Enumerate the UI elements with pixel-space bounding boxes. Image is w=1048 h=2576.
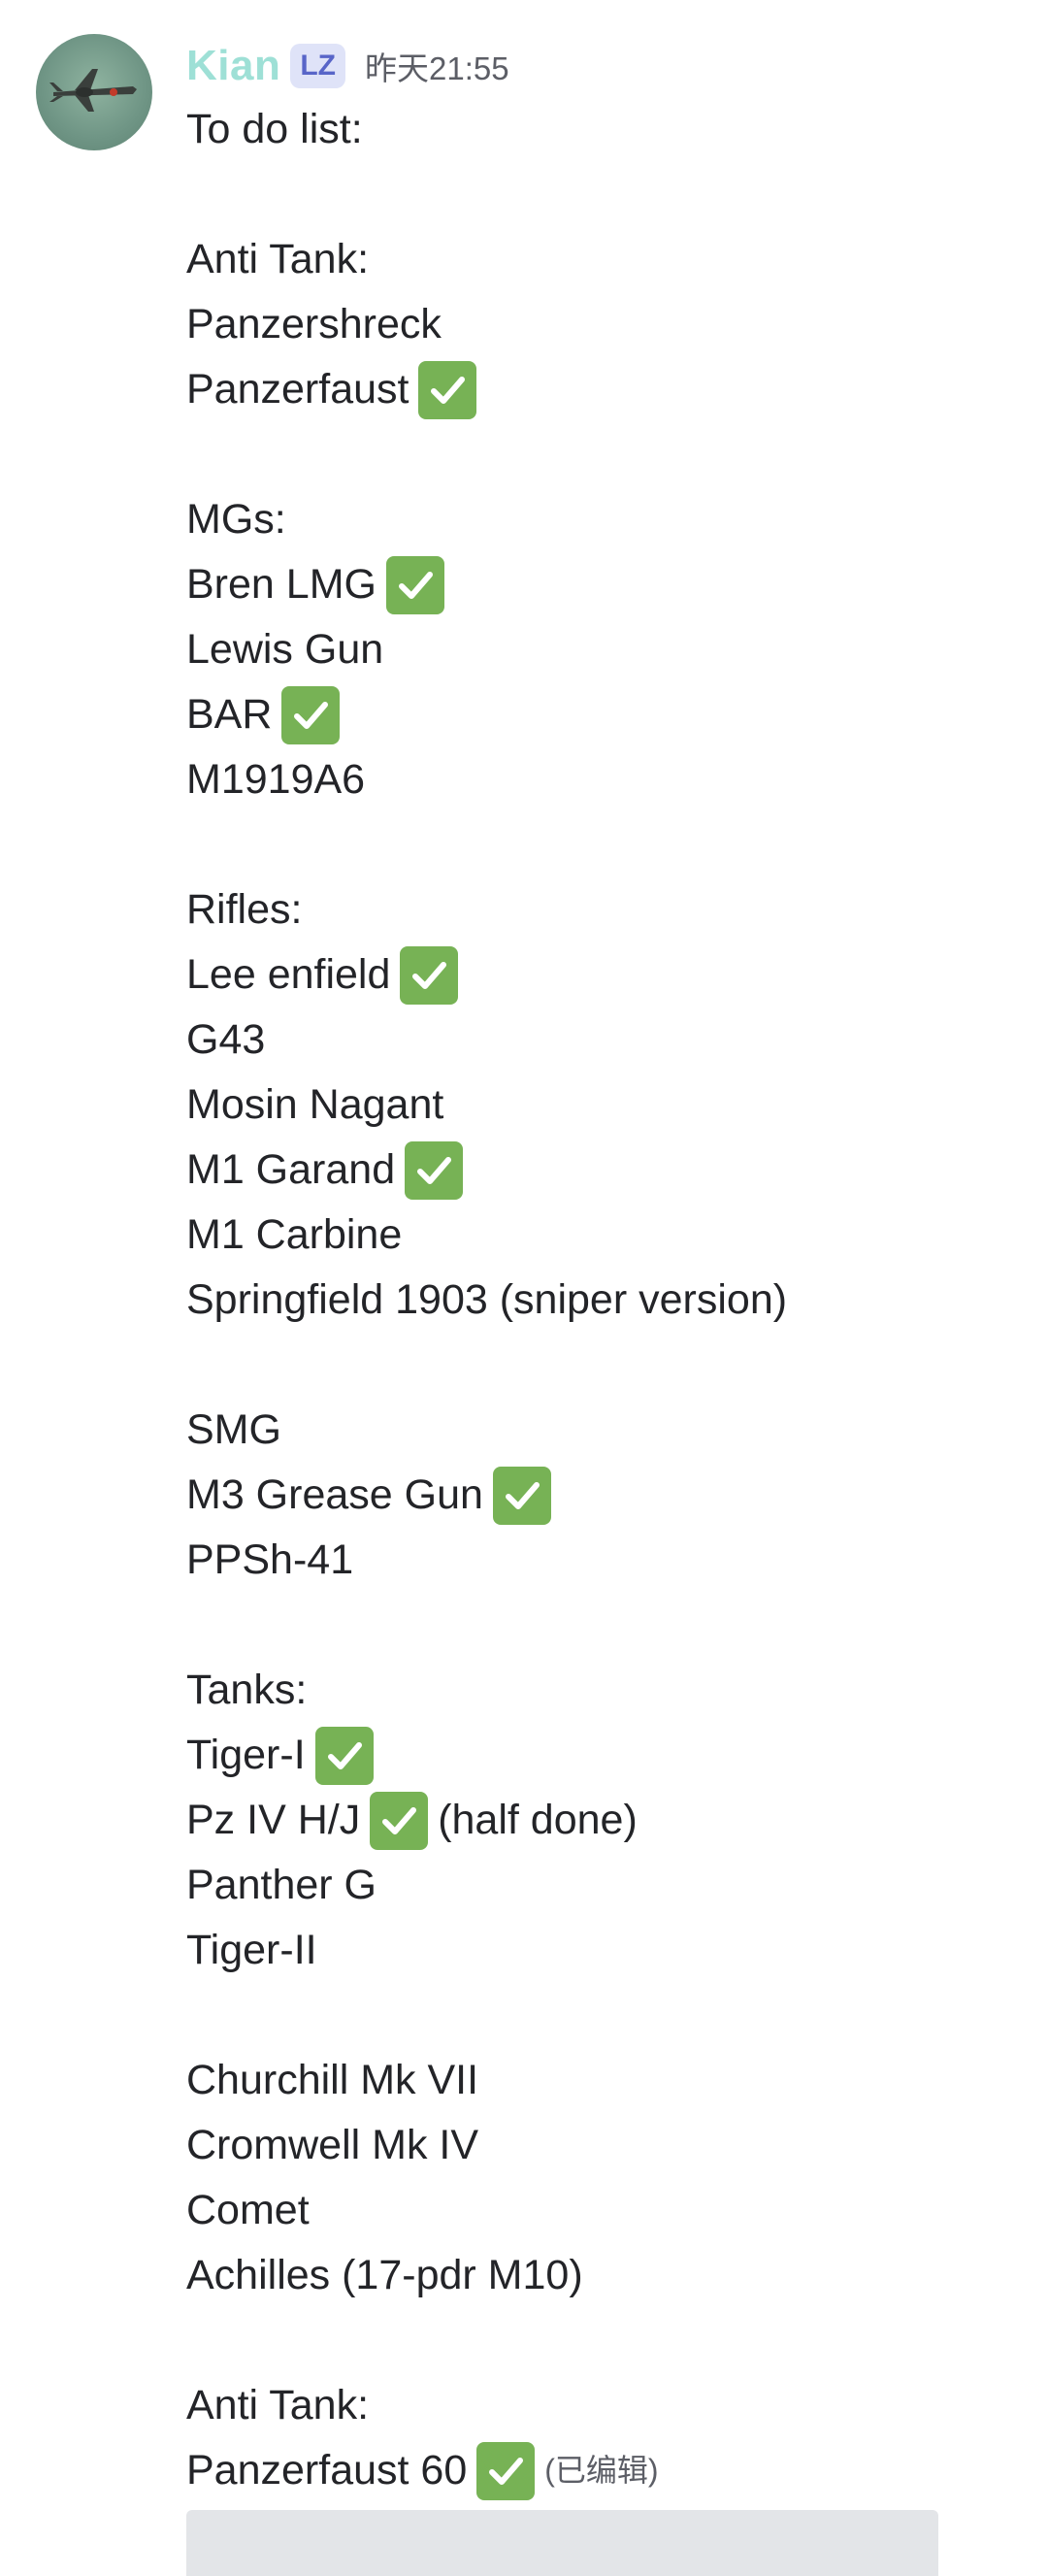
message-line: Lee enfield <box>186 942 1021 1007</box>
line-text: Rifles: <box>186 886 303 933</box>
message-line: Anti Tank: <box>186 227 1021 292</box>
message-line: M1919A6 <box>186 747 1021 812</box>
message-line: BAR <box>186 682 1021 747</box>
line-text: Cromwell Mk IV <box>186 2122 479 2168</box>
check-mark-icon <box>492 1466 551 1525</box>
message-line: Mosin Nagant <box>186 1073 1021 1138</box>
line-text: Lee enfield <box>186 951 391 998</box>
message-line: Tanks: <box>186 1658 1021 1723</box>
line-text: Lewis Gun <box>186 626 384 673</box>
line-suffix: (half done) <box>438 1797 638 1843</box>
message-line: Panzerfaust <box>186 357 1021 422</box>
message-line: SMG <box>186 1398 1021 1463</box>
message-line: Panzerfaust 60 (已编辑) <box>186 2438 1021 2503</box>
message-line: Bren LMG <box>186 552 1021 617</box>
line-text: Panther G <box>186 1862 377 1908</box>
message-line: Rifles: <box>186 877 1021 942</box>
message-line: G43 <box>186 1007 1021 1073</box>
line-text: Panzershreck <box>186 301 442 347</box>
attachment-embed[interactable] <box>186 2510 938 2576</box>
line-text: Achilles (17-pdr M10) <box>186 2252 583 2298</box>
line-text: Tiger-I <box>186 1732 306 1778</box>
line-text: Comet <box>186 2187 310 2233</box>
message-line: Achilles (17-pdr M10) <box>186 2243 1021 2308</box>
line-text: Anti Tank: <box>186 2382 370 2428</box>
line-text: M1 Garand <box>186 1146 396 1193</box>
check-mark-icon <box>476 2441 536 2500</box>
line-text: M3 Grease Gun <box>186 1471 483 1518</box>
message-line: Tiger-I <box>186 1723 1021 1788</box>
message-line: M1 Carbine <box>186 1203 1021 1268</box>
message-line: Lewis Gun <box>186 617 1021 682</box>
line-text: Pz IV H/J <box>186 1797 361 1843</box>
line-text: PPSh-41 <box>186 1536 354 1583</box>
line-text: Panzerfaust 60 <box>186 2447 468 2493</box>
message-line: Tiger-II <box>186 1918 1021 1983</box>
message-line: M3 Grease Gun <box>186 1463 1021 1528</box>
message-line: MGs: <box>186 487 1021 552</box>
line-text: Anti Tank: <box>186 236 370 282</box>
check-mark-icon <box>370 1791 429 1850</box>
line-text: SMG <box>186 1406 281 1453</box>
line-text: G43 <box>186 1016 266 1063</box>
message-line: Anti Tank: <box>186 2373 1021 2438</box>
check-mark-icon <box>385 555 444 614</box>
author-name[interactable]: Kian <box>186 42 280 90</box>
message-line: Cromwell Mk IV <box>186 2113 1021 2178</box>
line-text: Mosin Nagant <box>186 1081 444 1128</box>
line-text: BAR <box>186 691 273 738</box>
message-line: Panther G <box>186 1853 1021 1918</box>
message-line: To do list: <box>186 97 1021 162</box>
role-badge[interactable]: LZ <box>290 44 346 88</box>
line-text: Tiger-II <box>186 1927 317 1973</box>
check-mark-icon <box>314 1726 374 1785</box>
line-text: Springfield 1903 (sniper version) <box>186 1276 788 1323</box>
message-timestamp: 昨天21:55 <box>365 50 509 86</box>
message-line: PPSh-41 <box>186 1528 1021 1593</box>
message-line: Comet <box>186 2178 1021 2243</box>
line-text: Tanks: <box>186 1667 308 1713</box>
line-text: Bren LMG <box>186 561 377 608</box>
message-line: Panzershreck <box>186 292 1021 357</box>
edited-label: (已编辑) <box>544 2453 659 2488</box>
line-text: To do list: <box>186 106 363 152</box>
message-content: To do list: Anti Tank: Panzershreck Panzerf… <box>186 97 1021 2503</box>
message-line: Churchill Mk VII <box>186 2048 1021 2113</box>
message-line: Springfield 1903 (sniper version) <box>186 1268 1021 1333</box>
message-line: Pz IV H/J (half done) <box>186 1788 1021 1853</box>
message-header: Kian LZ 昨天21:55 <box>186 37 509 95</box>
line-text: M1 Carbine <box>186 1211 403 1258</box>
line-text: MGs: <box>186 496 286 543</box>
check-mark-icon <box>405 1140 464 1200</box>
check-mark-icon <box>400 945 459 1005</box>
user-avatar[interactable] <box>36 34 152 150</box>
line-text: Panzerfaust <box>186 366 409 413</box>
line-text: Churchill Mk VII <box>186 2057 479 2103</box>
check-mark-icon <box>281 685 341 744</box>
message-line: M1 Garand <box>186 1138 1021 1203</box>
line-text: M1919A6 <box>186 756 366 803</box>
plane-avatar-icon <box>49 69 137 112</box>
check-mark-icon <box>418 360 477 419</box>
